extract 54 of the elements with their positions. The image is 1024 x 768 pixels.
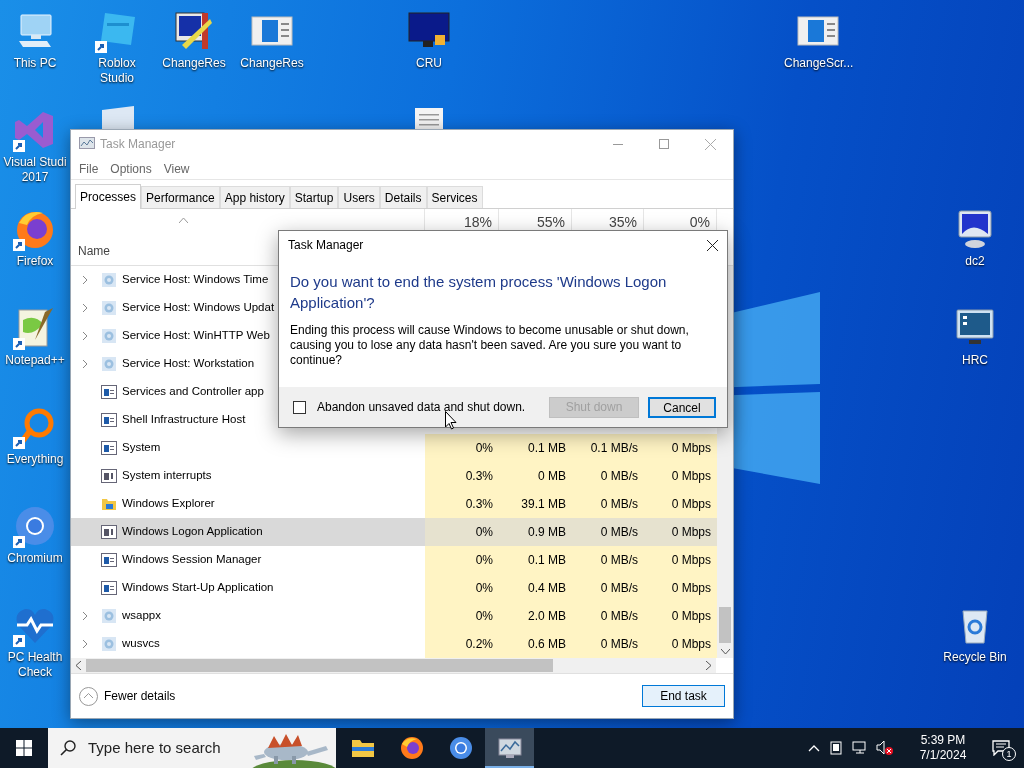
usage-cell-text: 0 MB/s xyxy=(600,636,638,653)
usage-cell-text: 0 MB/s xyxy=(600,608,638,625)
usage-cell-text: 0 Mbps xyxy=(671,524,711,541)
usage-cell-text: 0 MB xyxy=(538,468,566,485)
process-name: wsappx xyxy=(122,608,161,624)
usage-cell-text: 0 Mbps xyxy=(671,496,711,513)
usage-cell-text: 0 Mbps xyxy=(671,440,711,457)
clock-date: 7/1/2024 xyxy=(919,748,967,763)
search-placeholder: Type here to search xyxy=(88,737,221,758)
usage-cell-text: 0.6 MB xyxy=(528,636,566,653)
process-name: Service Host: Workstation xyxy=(122,356,255,372)
usage-cell-text: 0.3% xyxy=(465,468,493,485)
process-name: Shell Infrastructure Host xyxy=(122,412,246,428)
usage-cell-text: 0 MB/s xyxy=(600,496,638,513)
usage-cell-text: 0 Mbps xyxy=(671,636,711,653)
usage-cell-text: 0.1 MB xyxy=(528,440,566,457)
usage-cell-text: 0.1 MB xyxy=(528,552,566,569)
usage-cell-text: 0% xyxy=(475,552,493,569)
process-name: System interrupts xyxy=(122,468,212,484)
process-name: Windows Session Manager xyxy=(122,552,262,568)
process-name: System xyxy=(122,440,161,456)
usage-cell-text: 0 MB/s xyxy=(600,524,638,541)
process-name: Windows Start-Up Application xyxy=(122,580,274,596)
usage-cell-text: 0% xyxy=(475,580,493,597)
usage-cell-text: 0 MB/s xyxy=(600,552,638,569)
dialog-heading: Do you want to end the system process 'Windows Logon Application'? xyxy=(290,272,668,313)
usage-cell-text: 0 Mbps xyxy=(671,608,711,625)
usage-cell-text: 0% xyxy=(475,524,493,541)
usage-cell-text: 2.0 MB xyxy=(528,608,566,625)
process-name: Service Host: WinHTTP Web xyxy=(122,328,270,344)
dialog-title: Task Manager xyxy=(288,237,364,254)
usage-cell-text: 0.2% xyxy=(465,636,493,653)
usage-cell-text: 0 Mbps xyxy=(671,580,711,597)
usage-cell-text: 0 MB/s xyxy=(600,580,638,597)
usage-cell-text: 0 MB/s xyxy=(600,468,638,485)
usage-cell-text: 0% xyxy=(475,440,493,457)
notification-count: 1 xyxy=(1002,747,1016,761)
window-title: Task Manager xyxy=(100,136,176,153)
process-name: Windows Logon Application xyxy=(122,524,263,540)
usage-cell-text: 0.9 MB xyxy=(528,524,566,541)
process-name: Services and Controller app xyxy=(122,384,264,400)
usage-cell-text: 0.3% xyxy=(465,496,493,513)
usage-cell-text: 0 Mbps xyxy=(671,552,711,569)
dialog-message: Ending this process will cause Windows to become unusable or shut down, causing you to lose any data hasn't been saved. Are you sure you want to continue? xyxy=(290,323,690,368)
process-name: Service Host: Windows Updat xyxy=(122,300,275,316)
process-name: wusvcs xyxy=(122,636,160,652)
usage-cell-text: 0.4 MB xyxy=(528,580,566,597)
usage-cell-text: 0% xyxy=(475,608,493,625)
usage-cell-text: 39.1 MB xyxy=(521,496,566,513)
process-name: Windows Explorer xyxy=(122,496,215,512)
usage-cell-text: 0.1 MB/s xyxy=(590,440,638,457)
clock-time: 5:39 PM xyxy=(920,733,966,748)
usage-cell-text: 0 Mbps xyxy=(671,468,711,485)
process-name: Service Host: Windows Time xyxy=(122,272,269,288)
